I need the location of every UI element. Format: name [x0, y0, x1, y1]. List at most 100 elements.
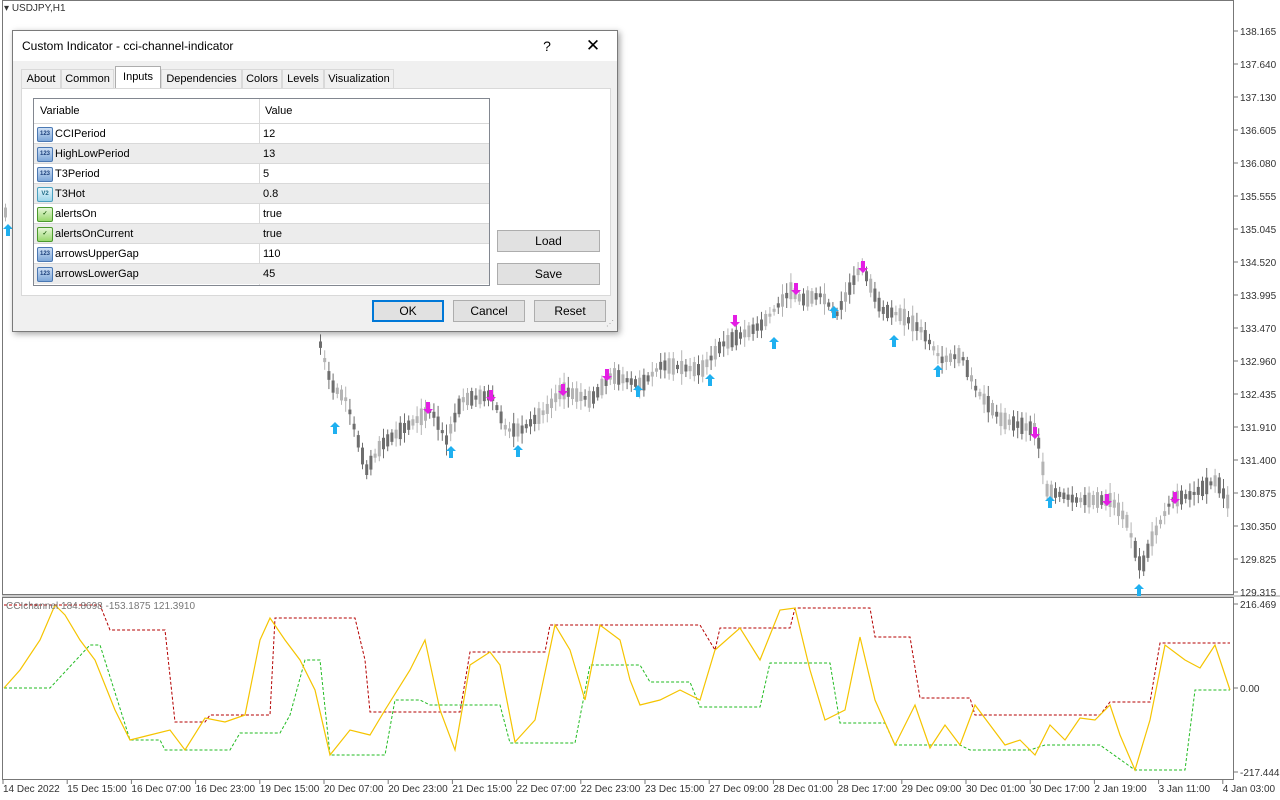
- input-value[interactable]: true: [263, 204, 282, 224]
- candle-body: [1184, 494, 1188, 499]
- close-button[interactable]: ✕: [581, 35, 605, 57]
- candle-body: [928, 339, 931, 345]
- boolean-type-icon: ✓: [37, 207, 53, 222]
- reset-button[interactable]: Reset: [534, 300, 606, 322]
- input-value[interactable]: 0.8: [263, 184, 278, 204]
- indicator-tick-label: 216.469: [1240, 600, 1277, 611]
- price-tick-label: 133.470: [1240, 324, 1277, 335]
- candle-body: [4, 207, 7, 218]
- ok-button[interactable]: OK: [372, 300, 444, 322]
- custom-indicator-dialog: Custom Indicator - cci-channel-indicator…: [12, 30, 618, 332]
- candle-body: [1121, 510, 1125, 520]
- input-row-cciperiod[interactable]: 123 CCIPeriod 12: [34, 123, 489, 144]
- candle-body: [398, 422, 402, 440]
- candle-body: [545, 403, 549, 414]
- load-button[interactable]: Load: [497, 230, 600, 252]
- candle-body: [823, 293, 826, 305]
- candle-body: [1041, 461, 1045, 476]
- cancel-button[interactable]: Cancel: [453, 300, 525, 322]
- input-row-t3hot[interactable]: V2 T3Hot 0.8: [34, 183, 489, 204]
- tab-colors[interactable]: Colors: [242, 69, 282, 88]
- integer-type-icon: 123: [37, 127, 53, 142]
- tab-visualization[interactable]: Visualization: [324, 69, 394, 88]
- help-button[interactable]: ?: [536, 35, 558, 57]
- candle-body: [810, 291, 814, 304]
- input-value[interactable]: 13: [263, 144, 275, 164]
- input-name: alertsOn: [55, 208, 97, 220]
- input-row-alertson[interactable]: ✓ alertsOn true: [34, 203, 489, 224]
- input-row-arrowslowergap[interactable]: 123 arrowsLowerGap 45: [34, 263, 489, 284]
- input-row-alertsoncurrent[interactable]: ✓ alertsOnCurrent true: [34, 223, 489, 244]
- candle-body: [1125, 514, 1129, 528]
- candle-body: [1054, 488, 1057, 498]
- candle-body: [755, 323, 759, 331]
- close-icon: ✕: [585, 36, 601, 55]
- candle-body: [642, 374, 646, 391]
- candle-body: [680, 360, 684, 375]
- arrow-up-icon: [705, 374, 715, 386]
- input-row-t3period[interactable]: 123 T3Period 5: [34, 163, 489, 184]
- candle-body: [1226, 494, 1230, 509]
- candle-body: [650, 371, 654, 377]
- candle-body: [818, 293, 822, 298]
- candle-body: [768, 313, 772, 317]
- candle-body: [617, 370, 621, 385]
- cci-lower-band: [4, 644, 1230, 771]
- candle-body: [697, 364, 700, 376]
- tab-about[interactable]: About: [21, 69, 61, 88]
- input-row-highlowperiod[interactable]: 123 HighLowPeriod 13: [34, 143, 489, 164]
- candle-body: [1142, 555, 1146, 572]
- input-value[interactable]: 5: [263, 164, 269, 184]
- time-tick-label: 16 Dec 07:00: [131, 784, 191, 795]
- tab-common[interactable]: Common: [61, 69, 114, 88]
- candle-body: [411, 419, 415, 426]
- column-header-variable[interactable]: Variable: [40, 99, 80, 121]
- input-row-arrowsuppergap[interactable]: 123 arrowsUpperGap 110: [34, 243, 489, 264]
- chart-symbol-title: ▾ USDJPY,H1: [4, 3, 66, 14]
- boolean-type-icon: ✓: [37, 227, 53, 242]
- candle-body: [1058, 491, 1062, 497]
- time-tick-label: 21 Dec 15:00: [452, 784, 512, 795]
- tab-levels[interactable]: Levels: [282, 69, 324, 88]
- column-header-value[interactable]: Value: [265, 99, 292, 121]
- candle-body: [965, 360, 969, 378]
- save-button[interactable]: Save: [497, 263, 600, 285]
- candle-body: [533, 414, 537, 425]
- input-name: arrowsLowerGap: [55, 268, 139, 280]
- input-value[interactable]: 45: [263, 264, 275, 284]
- resize-grip-icon[interactable]: ⋰: [606, 320, 614, 328]
- candle-body: [1112, 499, 1116, 508]
- candle-body: [503, 424, 507, 430]
- price-tick-label: 133.995: [1240, 291, 1277, 302]
- input-value[interactable]: 12: [263, 124, 275, 144]
- input-value[interactable]: 110: [263, 244, 281, 264]
- candle-body: [466, 392, 469, 406]
- candle-body: [1129, 533, 1133, 538]
- dialog-titlebar[interactable]: Custom Indicator - cci-channel-indicator…: [13, 31, 617, 61]
- tab-dependencies[interactable]: Dependencies: [161, 69, 242, 88]
- time-tick-label: 27 Dec 09:00: [709, 784, 769, 795]
- time-tick-label: 28 Dec 01:00: [773, 784, 833, 795]
- chart-menu-triangle-icon[interactable]: ▾: [4, 3, 9, 14]
- candle-body: [1062, 492, 1066, 499]
- candle-body: [1100, 495, 1104, 505]
- candle-body: [587, 390, 591, 408]
- candle-body: [566, 387, 570, 397]
- candle-body: [667, 358, 671, 374]
- candle-body: [575, 388, 579, 402]
- candle-body: [403, 423, 406, 433]
- candle-body: [856, 268, 860, 276]
- price-tick-label: 129.315: [1240, 588, 1277, 599]
- candle-body: [659, 361, 663, 370]
- input-name: arrowsUpperGap: [55, 248, 139, 260]
- candle-body: [722, 341, 726, 347]
- candle-body: [583, 396, 587, 400]
- candle-body: [482, 391, 486, 402]
- tab-inputs[interactable]: Inputs: [115, 66, 161, 88]
- input-value[interactable]: true: [263, 224, 282, 244]
- candle-body: [327, 371, 331, 380]
- price-tick-label: 132.435: [1240, 390, 1277, 401]
- integer-type-icon: 123: [37, 267, 53, 282]
- candle-body: [881, 306, 885, 314]
- candle-body: [478, 389, 482, 405]
